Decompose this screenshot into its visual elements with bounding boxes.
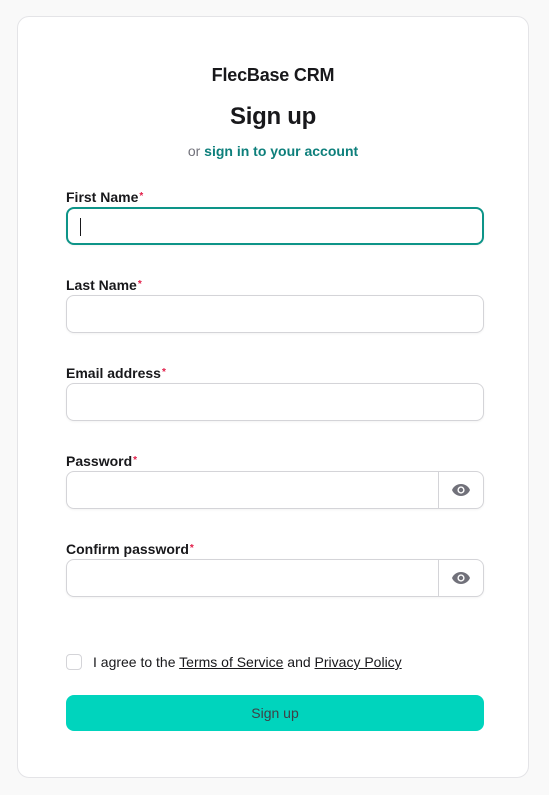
signup-card: FlecBase CRM Sign up or sign in to your …	[17, 16, 529, 778]
first-name-label: First Name*	[66, 188, 484, 206]
first-name-input[interactable]	[68, 209, 482, 243]
brand-title: FlecBase CRM	[211, 65, 335, 85]
last-name-input-wrapper	[66, 295, 484, 333]
terms-of-service-link[interactable]: Terms of Service	[179, 654, 283, 670]
signin-prefix: or	[187, 143, 201, 159]
eye-icon	[452, 484, 470, 496]
confirm-password-input-wrapper	[66, 559, 484, 597]
password-field: Password*	[66, 452, 484, 509]
terms-agreement: I agree to the Terms of Service and Priv…	[66, 652, 402, 672]
required-marker: *	[189, 543, 194, 554]
signin-prompt: or sign in to your account	[18, 143, 528, 159]
text-caret	[80, 218, 81, 236]
last-name-label-text: Last Name	[66, 277, 137, 293]
email-label: Email address*	[66, 364, 484, 382]
email-field: Email address*	[66, 364, 484, 421]
signin-link[interactable]: sign in to your account	[204, 143, 358, 159]
first-name-field: First Name*	[66, 188, 484, 245]
show-confirm-password-button[interactable]	[438, 560, 483, 596]
last-name-input[interactable]	[67, 296, 483, 332]
show-password-button[interactable]	[438, 472, 483, 508]
confirm-password-input[interactable]	[67, 560, 439, 596]
required-marker: *	[161, 367, 166, 378]
required-marker: *	[139, 191, 144, 202]
terms-checkbox[interactable]	[66, 654, 82, 670]
terms-agreement-text: I agree to the Terms of Service and Priv…	[93, 654, 402, 670]
page-title: Sign up	[230, 103, 316, 130]
privacy-policy-link[interactable]: Privacy Policy	[315, 654, 402, 670]
password-label: Password*	[66, 452, 484, 470]
first-name-input-wrapper	[66, 207, 484, 245]
email-input-wrapper	[66, 383, 484, 421]
agreement-conjunction: and	[287, 654, 311, 670]
email-input[interactable]	[67, 384, 483, 420]
required-marker: *	[137, 279, 142, 290]
first-name-label-text: First Name	[66, 189, 139, 205]
agreement-prefix: I agree to the	[93, 654, 176, 670]
email-label-text: Email address	[66, 365, 161, 381]
confirm-password-label: Confirm password*	[66, 540, 484, 558]
confirm-password-label-text: Confirm password	[66, 541, 189, 557]
confirm-password-field: Confirm password*	[66, 540, 484, 597]
password-input-wrapper	[66, 471, 484, 509]
password-input[interactable]	[67, 472, 439, 508]
eye-icon	[452, 572, 470, 584]
required-marker: *	[133, 455, 138, 466]
last-name-field: Last Name*	[66, 276, 484, 333]
password-label-text: Password	[66, 453, 133, 469]
last-name-label: Last Name*	[66, 276, 484, 294]
sign-up-button[interactable]: Sign up	[66, 695, 484, 731]
